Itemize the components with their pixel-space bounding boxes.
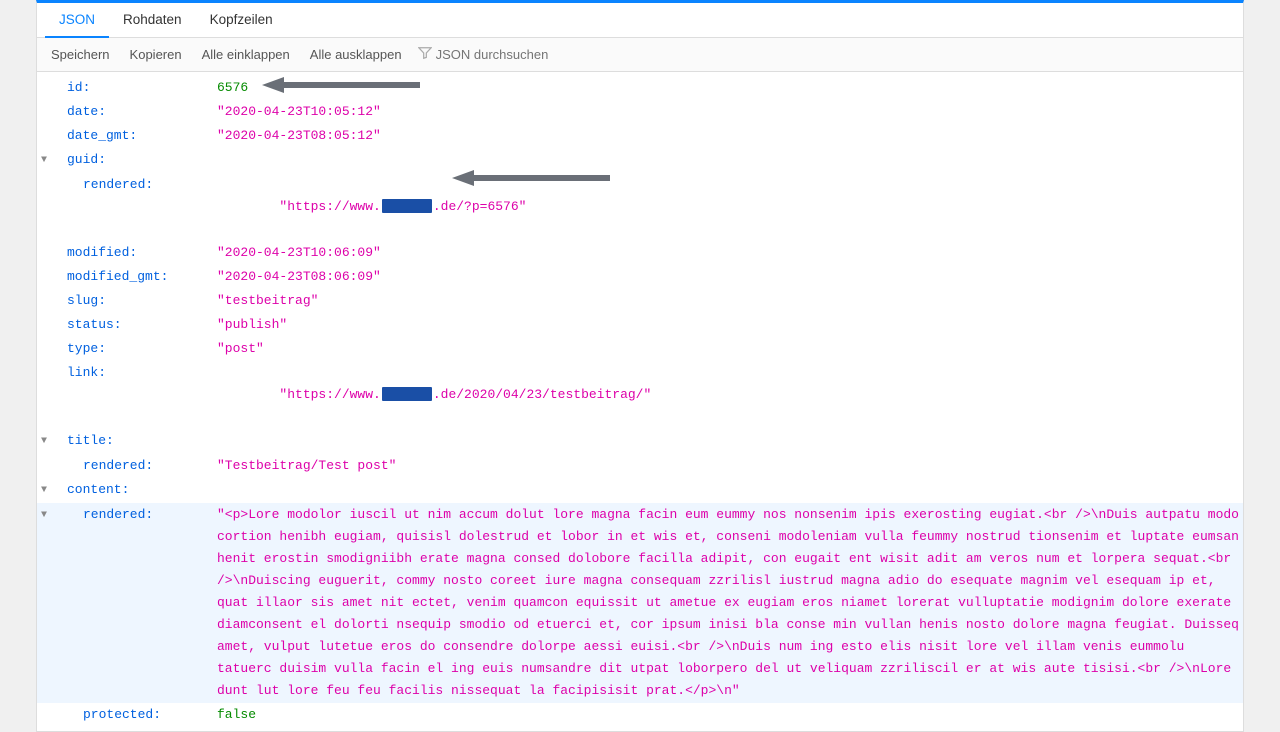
json-key: guid: bbox=[51, 149, 112, 171]
value-part: .de/?p=6576" bbox=[433, 199, 527, 214]
json-row-content-protected[interactable]: protected: false bbox=[37, 703, 1243, 727]
json-row-date[interactable]: date: "2020-04-23T10:05:12" bbox=[37, 100, 1243, 124]
copy-button[interactable]: Kopieren bbox=[126, 44, 186, 65]
json-value: "testbeitrag" bbox=[217, 290, 1243, 312]
json-key: rendered: bbox=[51, 455, 217, 477]
json-value: "https://www. .de/?p=6576" bbox=[217, 174, 1243, 240]
json-key: title: bbox=[51, 430, 120, 452]
collapse-toggle-icon[interactable]: ▼ bbox=[37, 149, 51, 172]
toggle-spacer bbox=[37, 77, 51, 78]
json-key: modified_gmt: bbox=[51, 266, 217, 288]
redacted-block bbox=[382, 199, 432, 213]
json-key: id: bbox=[51, 77, 217, 99]
json-key: link: bbox=[51, 362, 217, 384]
json-row-modified[interactable]: modified: "2020-04-23T10:06:09" bbox=[37, 241, 1243, 265]
value-part: .de/2020/04/23/testbeitrag/" bbox=[433, 387, 651, 402]
save-button[interactable]: Speichern bbox=[47, 44, 114, 65]
json-row-title[interactable]: ▼ title: bbox=[37, 429, 1243, 454]
expand-all-button[interactable]: Alle ausklappen bbox=[306, 44, 406, 65]
filter-icon bbox=[418, 46, 432, 63]
json-row-link[interactable]: link: "https://www. .de/2020/04/23/testbe… bbox=[37, 361, 1243, 429]
json-viewer-panel: JSON Rohdaten Kopfzeilen Speichern Kopie… bbox=[36, 0, 1244, 732]
json-row-type[interactable]: type: "post" bbox=[37, 337, 1243, 361]
collapse-all-button[interactable]: Alle einklappen bbox=[198, 44, 294, 65]
json-key: date_gmt: bbox=[51, 125, 217, 147]
json-row-guid-rendered[interactable]: rendered: "https://www. .de/?p=6576" bbox=[37, 173, 1243, 241]
json-value: "Testbeitrag/Test post" bbox=[217, 455, 1243, 477]
json-value: "2020-04-23T10:05:12" bbox=[217, 101, 1243, 123]
json-value: false bbox=[217, 704, 1243, 726]
search-wrap bbox=[418, 46, 596, 63]
value-part: "https://www. bbox=[279, 387, 380, 402]
json-value: "publish" bbox=[217, 314, 1243, 336]
json-row-slug[interactable]: slug: "testbeitrag" bbox=[37, 289, 1243, 313]
json-row-content[interactable]: ▼ content: bbox=[37, 478, 1243, 503]
json-value: "2020-04-23T10:06:09" bbox=[217, 242, 1243, 264]
json-key: date: bbox=[51, 101, 217, 123]
toolbar: Speichern Kopieren Alle einklappen Alle … bbox=[37, 38, 1243, 72]
json-key: rendered: bbox=[51, 504, 217, 526]
json-tree: id: 6576 date: "2020-04-23T10:05:12" dat… bbox=[37, 72, 1243, 731]
collapse-toggle-icon[interactable]: ▼ bbox=[37, 479, 51, 502]
tab-bar: JSON Rohdaten Kopfzeilen bbox=[37, 3, 1243, 38]
collapse-toggle-icon[interactable]: ▼ bbox=[37, 504, 51, 527]
tab-json[interactable]: JSON bbox=[45, 3, 109, 38]
json-key: slug: bbox=[51, 290, 217, 312]
json-row-title-rendered[interactable]: rendered: "Testbeitrag/Test post" bbox=[37, 454, 1243, 478]
json-key: protected: bbox=[51, 704, 217, 726]
json-row-guid[interactable]: ▼ guid: bbox=[37, 148, 1243, 173]
json-value: "2020-04-23T08:05:12" bbox=[217, 125, 1243, 147]
json-key: content: bbox=[51, 479, 135, 501]
json-key: type: bbox=[51, 338, 217, 360]
redacted-block bbox=[382, 387, 432, 401]
json-value: "https://www. .de/2020/04/23/testbeitrag/… bbox=[217, 362, 1243, 428]
tab-rawdata[interactable]: Rohdaten bbox=[109, 3, 196, 37]
json-row-status[interactable]: status: "publish" bbox=[37, 313, 1243, 337]
json-key: modified: bbox=[51, 242, 217, 264]
json-value: 6576 bbox=[217, 77, 1243, 99]
json-key: status: bbox=[51, 314, 217, 336]
json-row-modified-gmt[interactable]: modified_gmt: "2020-04-23T08:06:09" bbox=[37, 265, 1243, 289]
value-part: "https://www. bbox=[279, 199, 380, 214]
json-value: "<p>Lore modolor iuscil ut nim accum dol… bbox=[217, 504, 1243, 702]
search-input[interactable] bbox=[436, 47, 596, 62]
json-value: "2020-04-23T08:06:09" bbox=[217, 266, 1243, 288]
collapse-toggle-icon[interactable]: ▼ bbox=[37, 430, 51, 453]
json-row-id[interactable]: id: 6576 bbox=[37, 76, 1243, 100]
json-value: "post" bbox=[217, 338, 1243, 360]
json-key: rendered: bbox=[51, 174, 217, 196]
tab-headers[interactable]: Kopfzeilen bbox=[196, 3, 287, 37]
json-row-content-rendered[interactable]: ▼ rendered: "<p>Lore modolor iuscil ut n… bbox=[37, 503, 1243, 703]
json-row-date-gmt[interactable]: date_gmt: "2020-04-23T08:05:12" bbox=[37, 124, 1243, 148]
